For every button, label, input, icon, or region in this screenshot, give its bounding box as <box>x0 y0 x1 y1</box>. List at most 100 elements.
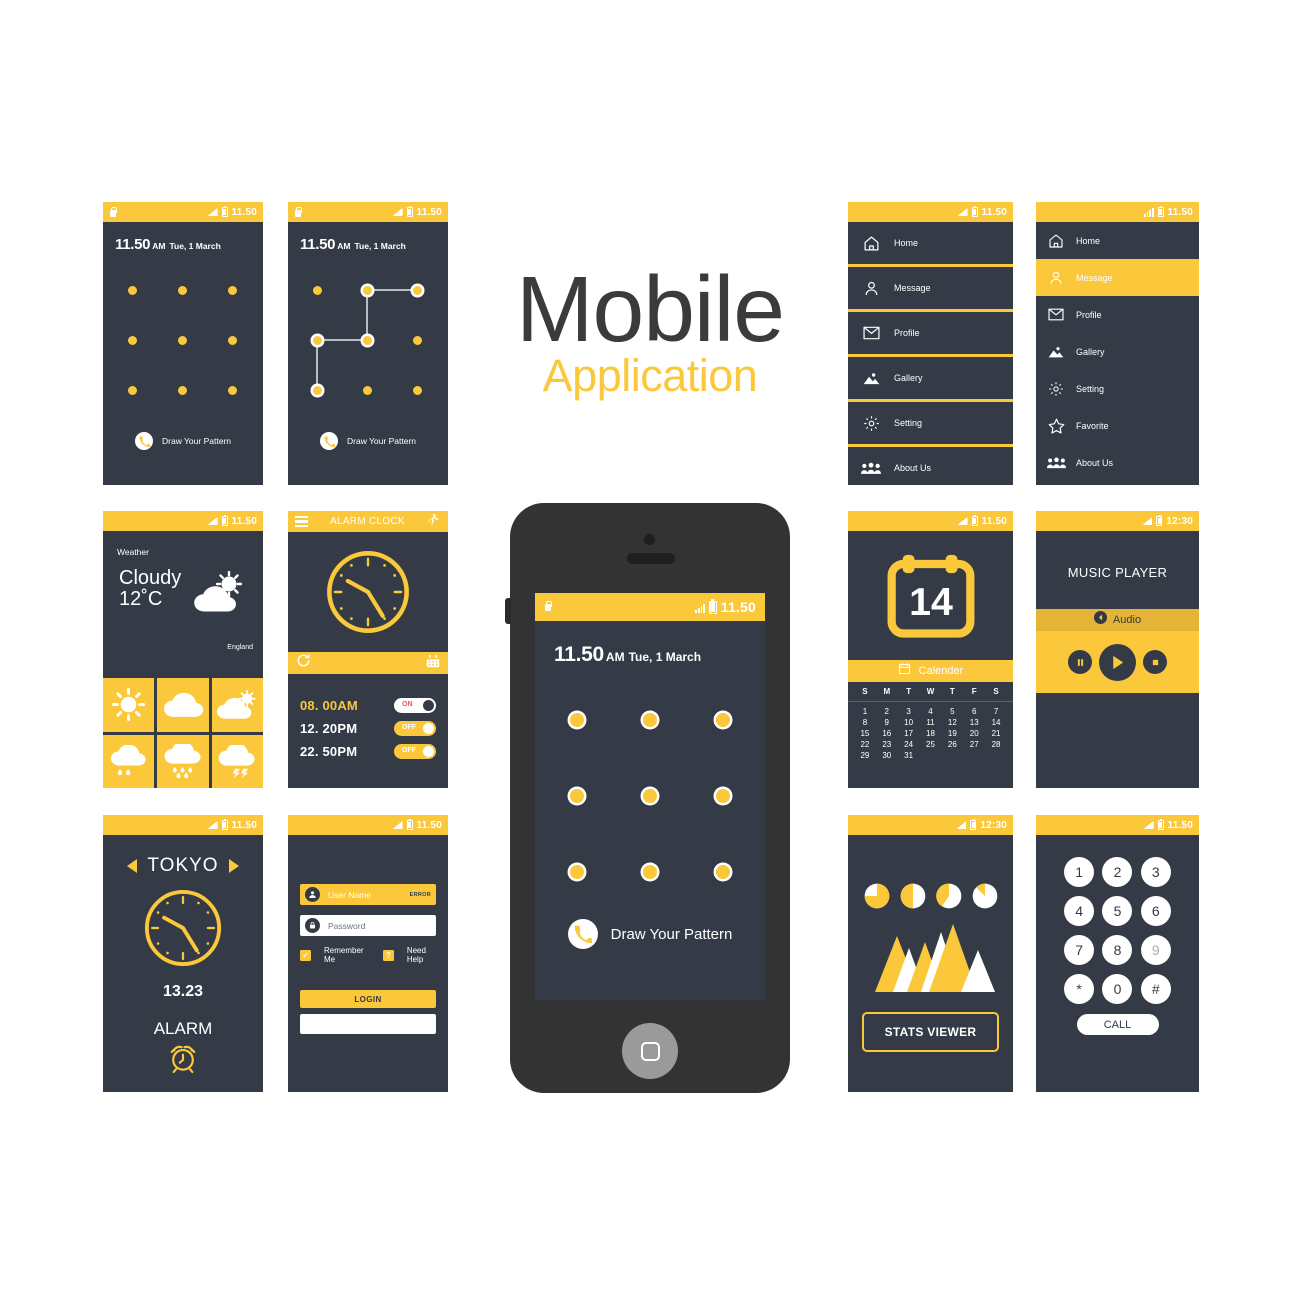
menu-item-about-us[interactable]: About Us <box>1036 444 1199 481</box>
pattern-dot[interactable] <box>643 865 657 879</box>
day-cell[interactable]: 15 <box>854 729 876 738</box>
alarm-row[interactable]: 12. 20PM OFF <box>288 721 448 736</box>
alarm-row[interactable]: 22. 50PM OFF <box>288 744 448 759</box>
day-cell[interactable]: 6 <box>963 707 985 716</box>
alarm-row[interactable]: 08. 00AM ON <box>288 698 448 713</box>
dial-key-6[interactable]: 6 <box>1140 896 1171 926</box>
call-button[interactable]: CALL <box>1076 1014 1159 1035</box>
day-cell[interactable]: 1 <box>854 707 876 716</box>
stats-viewer-button[interactable]: STATS VIEWER <box>862 1012 999 1052</box>
day-cell[interactable]: 8 <box>854 718 876 727</box>
day-cell[interactable]: 16 <box>876 729 898 738</box>
dial-key-4[interactable]: 4 <box>1064 896 1095 926</box>
dial-key-8[interactable]: 8 <box>1102 935 1133 965</box>
pattern-dot-selected[interactable] <box>313 386 322 395</box>
pattern-dot-selected[interactable] <box>363 336 372 345</box>
day-cell[interactable]: 12 <box>941 718 963 727</box>
menu-item-message[interactable]: Message <box>1036 259 1199 296</box>
weather-tile-rain[interactable] <box>157 734 209 788</box>
day-cell[interactable]: 19 <box>941 729 963 738</box>
dial-key-star[interactable]: * <box>1064 974 1095 1004</box>
pattern-grid[interactable] <box>570 713 730 883</box>
pattern-dot[interactable] <box>413 386 422 395</box>
day-cell[interactable]: 7 <box>985 707 1007 716</box>
dial-key-1[interactable]: 1 <box>1064 857 1095 887</box>
pattern-dot[interactable] <box>363 386 372 395</box>
day-cell[interactable]: 17 <box>898 729 920 738</box>
pattern-grid[interactable] <box>128 286 238 416</box>
pattern-grid[interactable] <box>313 286 423 416</box>
extra-input-field[interactable] <box>300 1014 436 1034</box>
pattern-dot[interactable] <box>643 713 657 727</box>
day-cell[interactable]: 21 <box>985 729 1007 738</box>
home-button-icon[interactable] <box>622 1023 678 1079</box>
audio-tab[interactable]: Audio <box>1036 609 1199 631</box>
day-cell[interactable]: 9 <box>876 718 898 727</box>
menu-item-home[interactable]: Home <box>848 222 1013 264</box>
dial-key-9[interactable]: 9 <box>1140 935 1171 965</box>
dial-key-0[interactable]: 0 <box>1102 974 1133 1004</box>
pattern-dot[interactable] <box>570 713 584 727</box>
password-field[interactable]: Password <box>300 915 436 936</box>
weather-tile-sun-cloud[interactable] <box>211 678 263 732</box>
day-cell[interactable]: 18 <box>920 729 942 738</box>
day-cell[interactable]: 23 <box>876 740 898 749</box>
day-cell[interactable]: 24 <box>898 740 920 749</box>
pattern-dot[interactable] <box>128 286 137 295</box>
pattern-dot[interactable] <box>128 336 137 345</box>
day-cell[interactable]: 25 <box>920 740 942 749</box>
remember-me-checkbox[interactable]: ✓ <box>300 949 311 961</box>
pattern-dot[interactable] <box>716 789 730 803</box>
need-help-badge[interactable]: ? <box>382 949 394 961</box>
arrow-left-icon[interactable] <box>127 859 138 873</box>
username-field[interactable]: User Name ERROR <box>300 884 436 905</box>
day-cell[interactable]: 22 <box>854 740 876 749</box>
weather-tile-sun[interactable] <box>103 678 155 732</box>
day-cell[interactable]: 10 <box>898 718 920 727</box>
pattern-dot[interactable] <box>128 386 137 395</box>
menu-item-setting[interactable]: Setting <box>848 402 1013 444</box>
refresh-icon[interactable] <box>296 653 311 673</box>
dial-key-5[interactable]: 5 <box>1102 896 1133 926</box>
volume-button[interactable] <box>505 598 511 624</box>
menu-item-gallery[interactable]: Gallery <box>1036 333 1199 370</box>
menu-item-about-us[interactable]: About Us <box>848 447 1013 485</box>
day-cell[interactable]: 29 <box>854 751 876 760</box>
pattern-dot[interactable] <box>228 336 237 345</box>
phone-icon[interactable] <box>320 432 338 450</box>
stop-icon[interactable] <box>1143 650 1167 674</box>
alarm-toggle[interactable]: OFF <box>394 721 436 736</box>
pattern-dot[interactable] <box>716 865 730 879</box>
hamburger-icon[interactable] <box>295 514 308 529</box>
pattern-dot[interactable] <box>413 336 422 345</box>
menu-item-message[interactable]: Message <box>848 267 1013 309</box>
menu-item-home[interactable]: Home <box>1036 222 1199 259</box>
pattern-dot-selected[interactable] <box>363 286 372 295</box>
pattern-dot[interactable] <box>178 336 187 345</box>
pattern-dot[interactable] <box>570 865 584 879</box>
pattern-dot[interactable] <box>643 789 657 803</box>
day-cell[interactable]: 27 <box>963 740 985 749</box>
arrow-right-icon[interactable] <box>228 859 239 873</box>
pattern-dot[interactable] <box>178 286 187 295</box>
dial-key-hash[interactable]: # <box>1140 974 1171 1004</box>
day-cell[interactable]: 14 <box>985 718 1007 727</box>
day-cell[interactable]: 30 <box>876 751 898 760</box>
back-arrow-icon[interactable] <box>1093 611 1107 629</box>
pattern-dot-selected[interactable] <box>413 286 422 295</box>
pattern-dot[interactable] <box>570 789 584 803</box>
dial-key-2[interactable]: 2 <box>1102 857 1133 887</box>
dial-key-3[interactable]: 3 <box>1140 857 1171 887</box>
play-icon[interactable] <box>1099 643 1136 681</box>
day-cell[interactable]: 5 <box>941 707 963 716</box>
menu-item-favorite[interactable]: Favorite <box>1036 407 1199 444</box>
snooze-runner-icon[interactable]: z <box>427 512 441 531</box>
menu-item-profile[interactable]: Profile <box>848 312 1013 354</box>
weather-tile-lightning[interactable] <box>211 734 263 788</box>
pattern-dot[interactable] <box>228 386 237 395</box>
day-cell[interactable]: 28 <box>985 740 1007 749</box>
calendar-icon[interactable] <box>426 654 440 673</box>
weather-tile-drizzle[interactable] <box>103 734 155 788</box>
pattern-dot[interactable] <box>178 386 187 395</box>
day-cell[interactable]: 11 <box>920 718 942 727</box>
